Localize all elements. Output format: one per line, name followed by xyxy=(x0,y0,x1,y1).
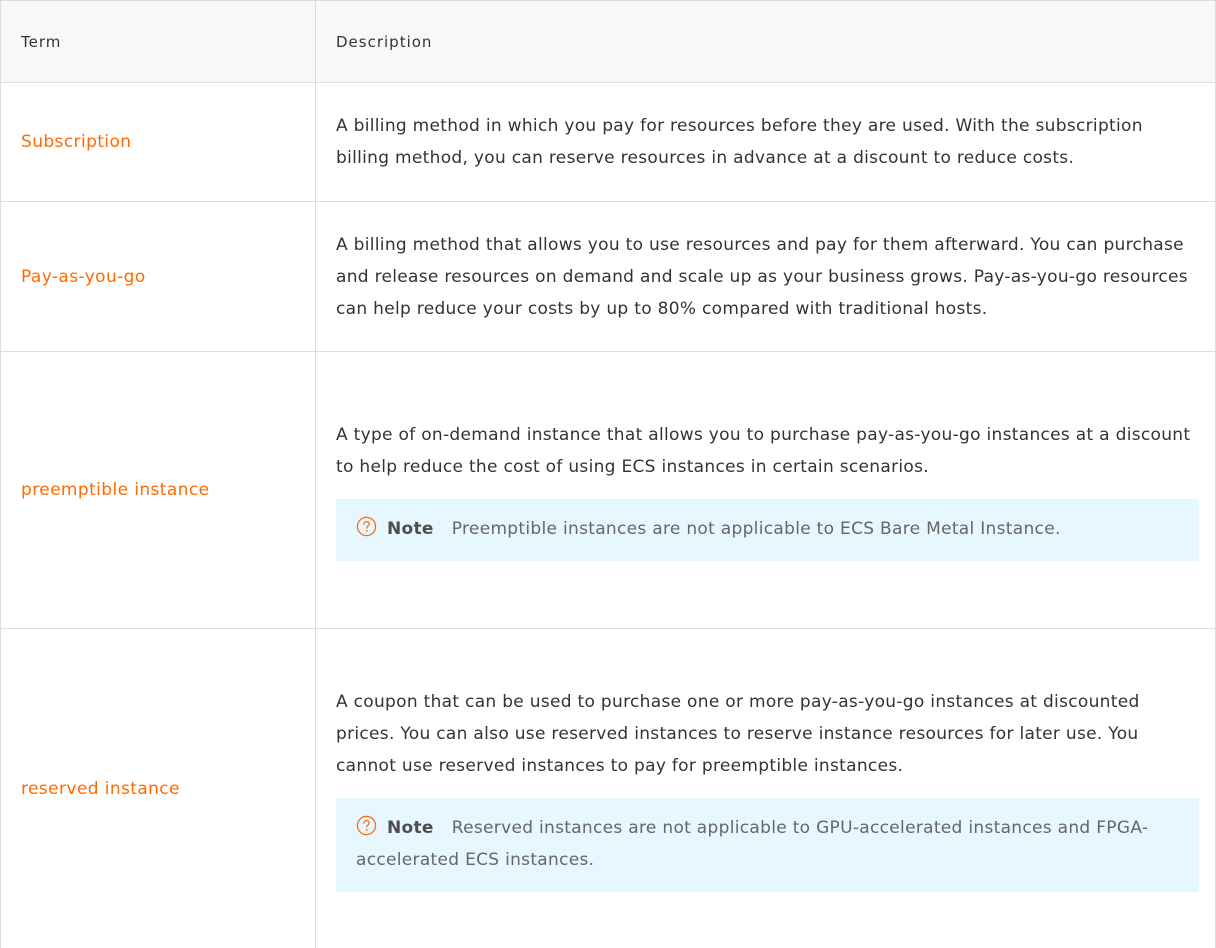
glossary-table: Term Description Subscription A billing … xyxy=(0,0,1216,948)
description-text: A type of on-demand instance that allows… xyxy=(336,419,1199,483)
table-header-row: Term Description xyxy=(1,1,1216,83)
question-circle-icon xyxy=(356,516,377,537)
term-cell: Subscription xyxy=(1,83,316,202)
description-cell: A billing method in which you pay for re… xyxy=(316,83,1216,202)
term-cell: reserved instance xyxy=(1,629,316,948)
table-row: Subscription A billing method in which y… xyxy=(1,83,1216,202)
term-link-preemptible-instance[interactable]: preemptible instance xyxy=(21,480,209,500)
table-row: Pay-as-you-go A billing method that allo… xyxy=(1,202,1216,352)
note-text: Reserved instances are not applicable to… xyxy=(356,818,1148,870)
header-term: Term xyxy=(1,1,316,83)
description-text: A coupon that can be used to purchase on… xyxy=(336,686,1199,782)
table-row: reserved instance A coupon that can be u… xyxy=(1,629,1216,948)
term-cell: preemptible instance xyxy=(1,352,316,629)
term-link-subscription[interactable]: Subscription xyxy=(21,132,131,152)
term-link-reserved-instance[interactable]: reserved instance xyxy=(21,779,180,799)
table-row: preemptible instance A type of on-demand… xyxy=(1,352,1216,629)
note-label: Note xyxy=(387,519,434,539)
description-cell: A type of on-demand instance that allows… xyxy=(316,352,1216,629)
note-text: Preemptible instances are not applicable… xyxy=(452,519,1061,539)
note-box: Note Preemptible instances are not applic… xyxy=(336,499,1199,561)
term-cell: Pay-as-you-go xyxy=(1,202,316,352)
question-circle-icon xyxy=(356,815,377,836)
description-text: A billing method that allows you to use … xyxy=(336,229,1199,325)
description-text: A billing method in which you pay for re… xyxy=(336,110,1199,174)
description-cell: A billing method that allows you to use … xyxy=(316,202,1216,352)
header-description: Description xyxy=(316,1,1216,83)
note-label: Note xyxy=(387,818,434,838)
description-cell: A coupon that can be used to purchase on… xyxy=(316,629,1216,948)
term-link-pay-as-you-go[interactable]: Pay-as-you-go xyxy=(21,267,146,287)
note-box: NoteReserved instances are not applicabl… xyxy=(336,798,1199,892)
